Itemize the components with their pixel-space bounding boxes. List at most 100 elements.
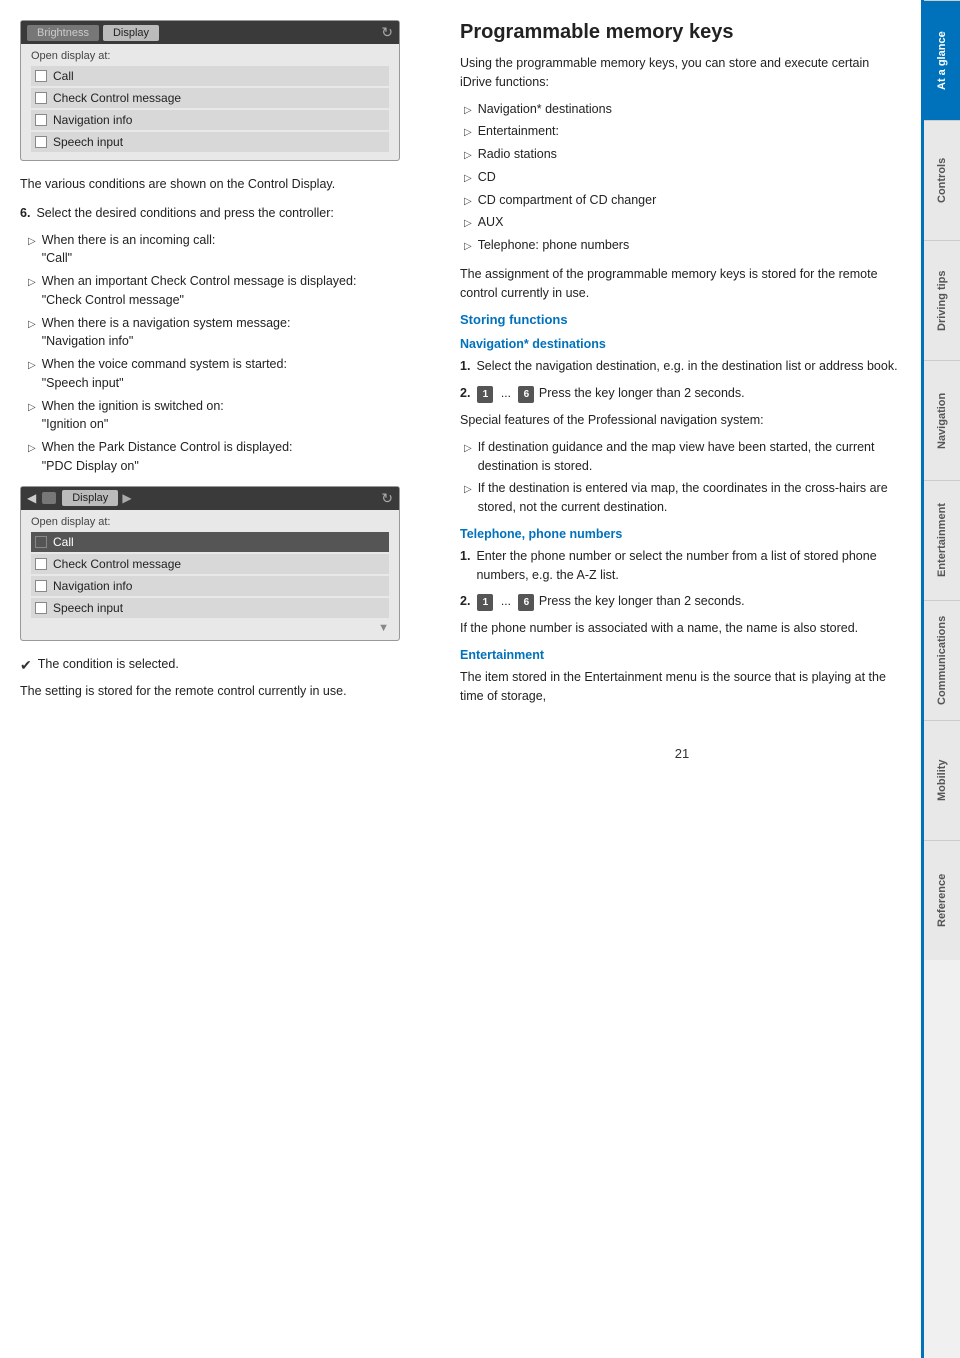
right-column: Programmable memory keys Using the progr… (460, 20, 904, 1338)
screen-row-check-2: Check Control message (31, 554, 389, 574)
entertainment-text: The item stored in the Entertainment men… (460, 668, 904, 706)
sidebar-tab-mobility[interactable]: Mobility (924, 720, 960, 840)
tab-label-navigation: Navigation (936, 392, 948, 448)
checkbox-check-1 (35, 92, 47, 104)
bullet-pdc: ▷ When the Park Distance Control is disp… (20, 438, 440, 476)
r-arrow-tel: ▷ (464, 239, 472, 255)
bullet-call: ▷ When there is an incoming call:"Call" (20, 231, 440, 269)
bullet-ignition-text: When the ignition is switched on:"Igniti… (42, 397, 224, 435)
brightness-tab[interactable]: Brightness (27, 25, 99, 41)
sidebar-tabs: At a glance Controls Driving tips Naviga… (924, 0, 960, 1358)
screen-header-2: ◀ Display ▶ ↻ (21, 487, 399, 510)
display-tab-2[interactable]: Display (62, 490, 118, 506)
tab-label-driving-tips: Driving tips (936, 270, 948, 331)
step-6: 6. Select the desired conditions and pre… (20, 204, 440, 223)
r-arrow-cd: ▷ (464, 171, 472, 187)
bullet-entertainment-text: Entertainment: (478, 122, 559, 141)
bullet-cd: ▷ CD (460, 168, 904, 187)
nav-step-2-num: 2. (460, 384, 470, 403)
tel-title: Telephone, phone numbers (460, 527, 904, 541)
row-label-call-1: Call (53, 69, 74, 83)
special-bullet-2: ▷ If the destination is entered via map,… (460, 479, 904, 517)
screen-body-1: Open display at: Call Check Control mess… (21, 44, 399, 160)
bullet-cd-changer-text: CD compartment of CD changer (478, 191, 657, 210)
tel-step-1-text: Enter the phone number or select the num… (476, 547, 904, 585)
nav-right-icon: ▶ (122, 491, 131, 505)
checkbox-check-2 (35, 558, 47, 570)
ellipsis-2: ... (501, 592, 511, 610)
ellipsis-1: ... (501, 384, 511, 402)
tab-label-mobility: Mobility (936, 760, 948, 802)
bullet-call-text: When there is an incoming call:"Call" (42, 231, 216, 269)
row-label-speech-2: Speech input (53, 601, 123, 615)
bullet-voice: ▷ When the voice command system is start… (20, 355, 440, 393)
refresh-icon: ↻ (381, 24, 393, 41)
sidebar-tab-driving-tips[interactable]: Driving tips (924, 240, 960, 360)
open-display-label-2: Open display at: (31, 516, 389, 528)
checkbox-call-2 (35, 536, 47, 548)
screen-row-call-1: Call (31, 66, 389, 86)
row-label-call-2: Call (53, 535, 74, 549)
key-6-badge: 6 (518, 386, 534, 403)
intro-text: The various conditions are shown on the … (20, 175, 440, 194)
r-arrow-cdchanger: ▷ (464, 194, 472, 210)
special-features-text: Special features of the Professional nav… (460, 411, 904, 430)
screen-row-speech-2: Speech input (31, 598, 389, 618)
display-tab[interactable]: Display (103, 25, 159, 41)
r-arrow-aux: ▷ (464, 216, 472, 232)
screen-row-nav-1: Navigation info (31, 110, 389, 130)
screen-body-2: Open display at: Call Check Control mess… (21, 510, 399, 640)
nav-step-2: 2. 1 ... 6 Press the key longer than 2 s… (460, 384, 904, 403)
sidebar-tab-communications[interactable]: Communications (924, 600, 960, 720)
sidebar-tab-entertainment[interactable]: Entertainment (924, 480, 960, 600)
bullet-aux-text: AUX (478, 213, 504, 232)
r-arrow-special-1: ▷ (464, 441, 472, 476)
open-display-label-1: Open display at: (31, 50, 389, 62)
bullet-aux: ▷ AUX (460, 213, 904, 232)
bullet-telephone: ▷ Telephone: phone numbers (460, 236, 904, 255)
checkbox-nav-2 (35, 580, 47, 592)
check-symbol: ✔ (20, 655, 32, 676)
bullet-cd-changer: ▷ CD compartment of CD changer (460, 191, 904, 210)
step-6-num: 6. (20, 204, 30, 223)
bullet-telephone-text: Telephone: phone numbers (478, 236, 630, 255)
setting-text: The setting is stored for the remote con… (20, 682, 440, 701)
sidebar-tab-controls[interactable]: Controls (924, 120, 960, 240)
bullet-voice-text: When the voice command system is started… (42, 355, 287, 393)
screen-row-nav-2: Navigation info (31, 576, 389, 596)
row-label-speech-1: Speech input (53, 135, 123, 149)
note-text: The condition is selected. (38, 655, 179, 676)
sidebar-tab-navigation[interactable]: Navigation (924, 360, 960, 480)
bullet-checkcontrol: ▷ When an important Check Control messag… (20, 272, 440, 310)
checkbox-speech-2 (35, 602, 47, 614)
bullet-pdc-text: When the Park Distance Control is displa… (42, 438, 293, 476)
refresh-icon-2: ↻ (381, 490, 393, 507)
page-number: 21 (460, 746, 904, 761)
left-column: Brightness Display ↻ Open display at: Ca… (20, 20, 440, 1338)
tab-label-reference: Reference (936, 874, 948, 927)
nav-step-2-content: 1 ... 6 Press the key longer than 2 seco… (476, 384, 744, 403)
sidebar-tab-at-a-glance[interactable]: At a glance (924, 0, 960, 120)
bullet-nav-dest: ▷ Navigation* destinations (460, 100, 904, 119)
assignment-text: The assignment of the programmable memor… (460, 265, 904, 303)
row-label-nav-2: Navigation info (53, 579, 132, 593)
checkbox-speech-1 (35, 136, 47, 148)
bullet-nav-dest-text: Navigation* destinations (478, 100, 612, 119)
checkbox-call-1 (35, 70, 47, 82)
screen-mockup-1: Brightness Display ↻ Open display at: Ca… (20, 20, 400, 161)
tel-step-2-num: 2. (460, 592, 470, 611)
bullet-entertainment: ▷ Entertainment: (460, 122, 904, 141)
key-1-badge: 1 (477, 386, 493, 403)
sidebar-tab-reference[interactable]: Reference (924, 840, 960, 960)
nav-step-1-text: Select the navigation destination, e.g. … (476, 357, 897, 376)
special-bullet-1: ▷ If destination guidance and the map vi… (460, 438, 904, 476)
bullet-radio: ▷ Radio stations (460, 145, 904, 164)
main-title: Programmable memory keys (460, 20, 904, 44)
special-bullet-2-text: If the destination is entered via map, t… (478, 479, 904, 517)
r-arrow-special-2: ▷ (464, 482, 472, 517)
tel-note: If the phone number is associated with a… (460, 619, 904, 638)
intro-paragraph: Using the programmable memory keys, you … (460, 54, 904, 92)
row-label-check-1: Check Control message (53, 91, 181, 105)
tel-step-1-num: 1. (460, 547, 470, 585)
step-6-text: Select the desired conditions and press … (36, 204, 333, 223)
